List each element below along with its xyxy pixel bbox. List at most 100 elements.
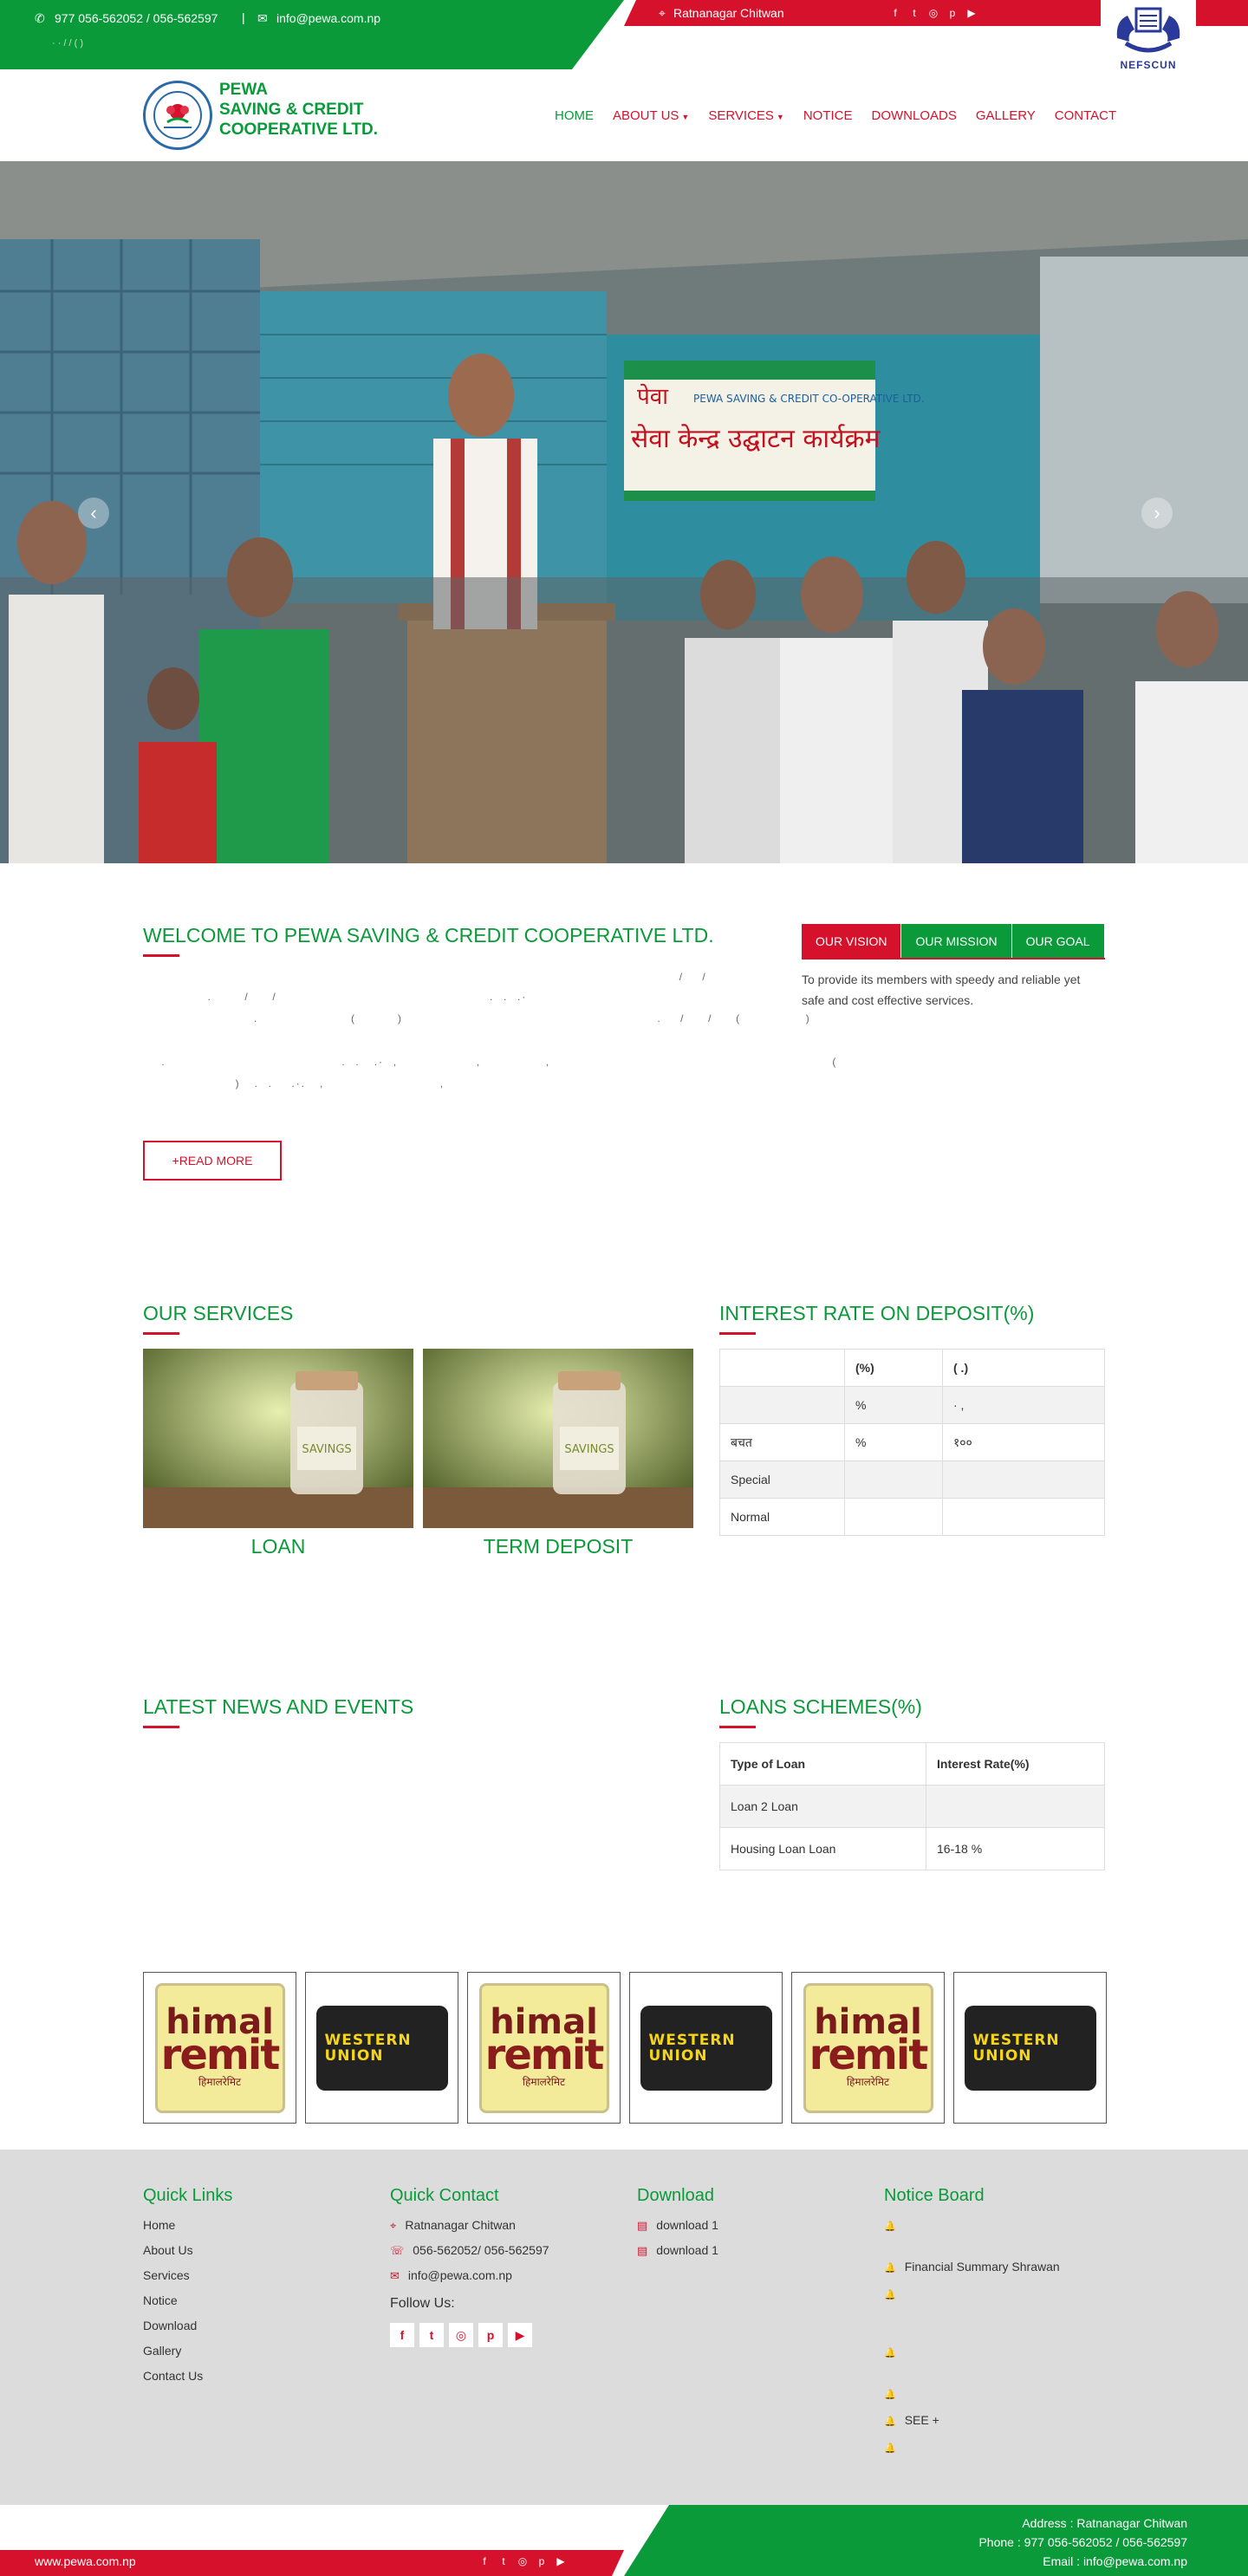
notice-item[interactable]: 🔔 [884, 2435, 1060, 2462]
himal-line3: हिमालरेमिट [846, 2076, 890, 2088]
bottom-bar: www.pewa.com.np f t ◎ p ▶ Address : Ratnanag… [0, 2505, 1248, 2576]
youtube-icon[interactable]: ▶ [551, 2555, 570, 2567]
nav-home[interactable]: HOME [545, 108, 603, 123]
notice-item[interactable]: 🔔 [884, 2213, 1060, 2254]
facebook-icon[interactable]: f [390, 2323, 414, 2347]
bottom-social-links: f t ◎ p ▶ [475, 2555, 570, 2567]
hero-slider[interactable]: पेवा PEWA SAVING & CREDIT CO-OPERATIVE L… [0, 161, 1248, 863]
youtube-icon[interactable]: ▶ [962, 7, 981, 19]
tab-our-goal[interactable]: OUR GOAL [1011, 924, 1105, 959]
nav-downloads[interactable]: DOWNLOADS [862, 108, 966, 123]
nefscun-logo[interactable]: NEFSCUN [1101, 0, 1196, 80]
partner-western-union[interactable]: WESTERN UNION [305, 1972, 458, 2124]
notice-item[interactable]: 🔔 Financial Summary Shrawan [884, 2254, 1060, 2281]
partner-himal-remit[interactable]: himal remit हिमालरेमिट [467, 1972, 621, 2124]
footer-notice-title: Notice Board [884, 2186, 985, 2205]
service-term-deposit-label[interactable]: TERM DEPOSIT [423, 1535, 693, 1558]
hero-banner-brand: पेवा [637, 383, 669, 410]
youtube-icon[interactable]: ▶ [508, 2323, 532, 2347]
twitter-icon[interactable]: t [419, 2323, 444, 2347]
vision-text: To provide its members with speedy and r… [802, 973, 1081, 1007]
interest-cell [844, 1498, 943, 1536]
nav-label: DOWNLOADS [871, 108, 957, 123]
nav-about-us[interactable]: ABOUT US ▼ [603, 108, 699, 123]
instagram-icon[interactable]: ◎ [513, 2555, 532, 2567]
download-item[interactable]: ▤ download 1 [637, 2213, 718, 2238]
footer-link-services[interactable]: Services [143, 2263, 203, 2288]
instagram-icon[interactable]: ◎ [449, 2323, 473, 2347]
brand-logo[interactable] [143, 81, 212, 150]
email-icon: ✉ [390, 2269, 400, 2282]
footer-link-home[interactable]: Home [143, 2213, 203, 2238]
twitter-icon[interactable]: t [905, 7, 924, 19]
top-phone[interactable]: 977 056-562052 / 056-562597 [55, 11, 218, 25]
service-term-deposit-image[interactable]: SAVINGS [423, 1349, 693, 1528]
brand-name[interactable]: PEWA SAVING & CREDIT COOPERATIVE LTD. [219, 80, 378, 140]
partner-western-union[interactable]: WESTERN UNION [629, 1972, 783, 2124]
service-loan-label[interactable]: LOAN [143, 1535, 413, 1558]
download-item[interactable]: ▤ download 1 [637, 2238, 718, 2263]
notice-item[interactable]: 🔔 [884, 2281, 1060, 2339]
wu-line2: UNION [972, 2046, 1032, 2065]
footer-link-gallery[interactable]: Gallery [143, 2339, 203, 2364]
map-pin-icon: ⌖ [659, 6, 666, 20]
tab-our-mission[interactable]: OUR MISSION [901, 924, 1012, 959]
pinterest-icon[interactable]: p [943, 7, 962, 19]
partner-himal-remit[interactable]: himal remit हिमालरेमिट [791, 1972, 945, 2124]
notice-item[interactable]: 🔔 [884, 2381, 1060, 2408]
nav-services[interactable]: SERVICES ▼ [699, 108, 794, 123]
footer-link-notice[interactable]: Notice [143, 2288, 203, 2313]
himal-remit-logo: himal remit हिमालरेमिट [478, 1982, 609, 2113]
interest-cell: १०० [942, 1423, 1105, 1461]
wu-line1: WESTERN [648, 2031, 736, 2049]
pinterest-icon[interactable]: p [478, 2323, 503, 2347]
instagram-icon[interactable]: ◎ [924, 7, 943, 19]
footer-link-contact-us[interactable]: Contact Us [143, 2364, 203, 2389]
footer-address: ⌖ Ratnanagar Chitwan [390, 2213, 549, 2238]
news-underline [143, 1726, 179, 1728]
notice-label: Financial Summary Shrawan [904, 2260, 1060, 2274]
top-separator: | [242, 10, 245, 24]
welcome-title: WELCOME TO PEWA SAVING & CREDIT COOPERAT… [143, 924, 714, 946]
nav-contact[interactable]: CONTACT [1045, 108, 1126, 123]
footer-email[interactable]: ✉ info@pewa.com.np [390, 2263, 549, 2288]
footer-social-links: f t ◎ p ▶ [390, 2323, 532, 2347]
partner-himal-remit[interactable]: himal remit हिमालरेमिट [143, 1972, 296, 2124]
bell-icon: 🔔 [884, 2290, 896, 2300]
table-row: Loan 2 Loan [719, 1785, 1105, 1828]
loan-type-cell: Loan 2 Loan [719, 1785, 926, 1828]
nefscun-hands-icon [1116, 7, 1180, 53]
footer-link-about-us[interactable]: About Us [143, 2238, 203, 2263]
nav-notice[interactable]: NOTICE [794, 108, 862, 123]
interest-cell: Normal [719, 1498, 845, 1536]
service-loan-image[interactable]: SAVINGS [143, 1349, 413, 1528]
savings-jar-image: SAVINGS [143, 1349, 413, 1528]
bottom-site-link[interactable]: www.pewa.com.np [35, 2554, 136, 2568]
page: ✆ 977 056-562052 / 056-562597 | ✉ info@p… [0, 0, 1248, 2576]
facebook-icon[interactable]: f [475, 2555, 494, 2567]
nav-gallery[interactable]: GALLERY [966, 108, 1045, 123]
notice-label: SEE + [904, 2413, 939, 2427]
footer-link-download[interactable]: Download [143, 2313, 203, 2339]
pinterest-icon[interactable]: p [532, 2555, 551, 2567]
partner-western-union[interactable]: WESTERN UNION [953, 1972, 1107, 2124]
hero-prev-button[interactable]: ‹ [78, 498, 109, 529]
wu-line1: WESTERN [972, 2031, 1060, 2049]
table-row: Housing Loan Loan 16-18 % [719, 1827, 1105, 1870]
phone-icon: ☏ [390, 2244, 405, 2257]
nav-label: SERVICES [708, 108, 774, 123]
loans-title: LOANS SCHEMES(%) [719, 1695, 922, 1718]
tab-our-vision[interactable]: OUR VISION [802, 924, 902, 959]
read-more-button[interactable]: +READ MORE [143, 1141, 282, 1181]
top-bar-green [0, 0, 624, 69]
hero-next-button[interactable]: › [1141, 498, 1173, 529]
notice-item[interactable]: 🔔 SEE + [884, 2408, 1060, 2435]
footer-phone[interactable]: ☏ 056-562052/ 056-562597 [390, 2238, 549, 2263]
interest-cell: Special [719, 1460, 845, 1499]
phone-icon: ✆ [35, 11, 45, 25]
top-email[interactable]: info@pewa.com.np [276, 11, 380, 25]
twitter-icon[interactable]: t [494, 2555, 513, 2567]
facebook-icon[interactable]: f [886, 7, 905, 19]
notice-item[interactable]: 🔔 [884, 2339, 1060, 2381]
himal-line2: remit [484, 2031, 605, 2079]
